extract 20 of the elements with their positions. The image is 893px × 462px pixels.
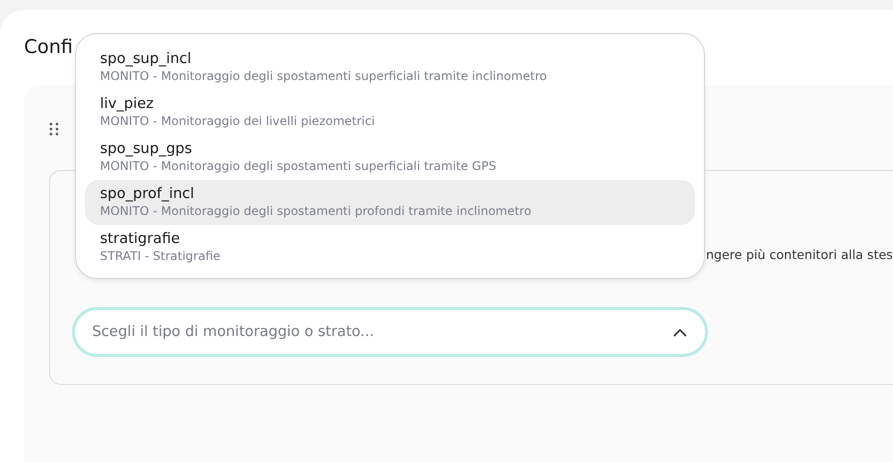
page-title: Confi [24, 36, 74, 60]
option-description: MONITO - Monitoraggio dei livelli piezometrici [100, 114, 376, 128]
option-code: spo_sup_gps [100, 141, 194, 157]
option-description: MONITO - Monitoraggio degli spostamenti superficiali tramite inclinometro [100, 69, 548, 83]
option-description: MONITO - Monitoraggio degli spostamenti profondi tramite inclinometro [100, 204, 532, 218]
option-code: stratigrafie [100, 231, 181, 247]
dropdown-option[interactable]: spo_sup_incl MONITO - Monitoraggio degli spostamenti superficiali tramite inclinometro [85, 45, 695, 90]
drag-handle-icon[interactable] [49, 122, 59, 136]
option-code: liv_piez [100, 96, 155, 112]
chevron-icon [673, 328, 687, 336]
dropdown-option[interactable]: spo_prof_incl MONITO - Monitoraggio degli spostamenti profondi tramite inclinometro [85, 180, 695, 225]
option-code: spo_prof_incl [100, 186, 196, 202]
option-description: STRATI - Stratigrafie [100, 249, 222, 263]
hint-text: ngere più contenitori alla stes [706, 247, 893, 264]
option-description: MONITO - Monitoraggio degli spostamenti superficiali tramite GPS [100, 159, 498, 173]
dropdown-option[interactable]: stratigrafie STRATI - Stratigrafie [85, 225, 695, 270]
dropdown-option[interactable]: liv_piez MONITO - Monitoraggio dei livelli piezometrici [85, 90, 695, 135]
option-code: spo_sup_incl [100, 51, 192, 67]
dropdown-option[interactable]: spo_sup_gps MONITO - Monitoraggio degli spostamenti superficiali tramite GPS [85, 135, 695, 180]
type-select[interactable]: Scegli il tipo di monitoraggio o strato... [72, 307, 708, 357]
